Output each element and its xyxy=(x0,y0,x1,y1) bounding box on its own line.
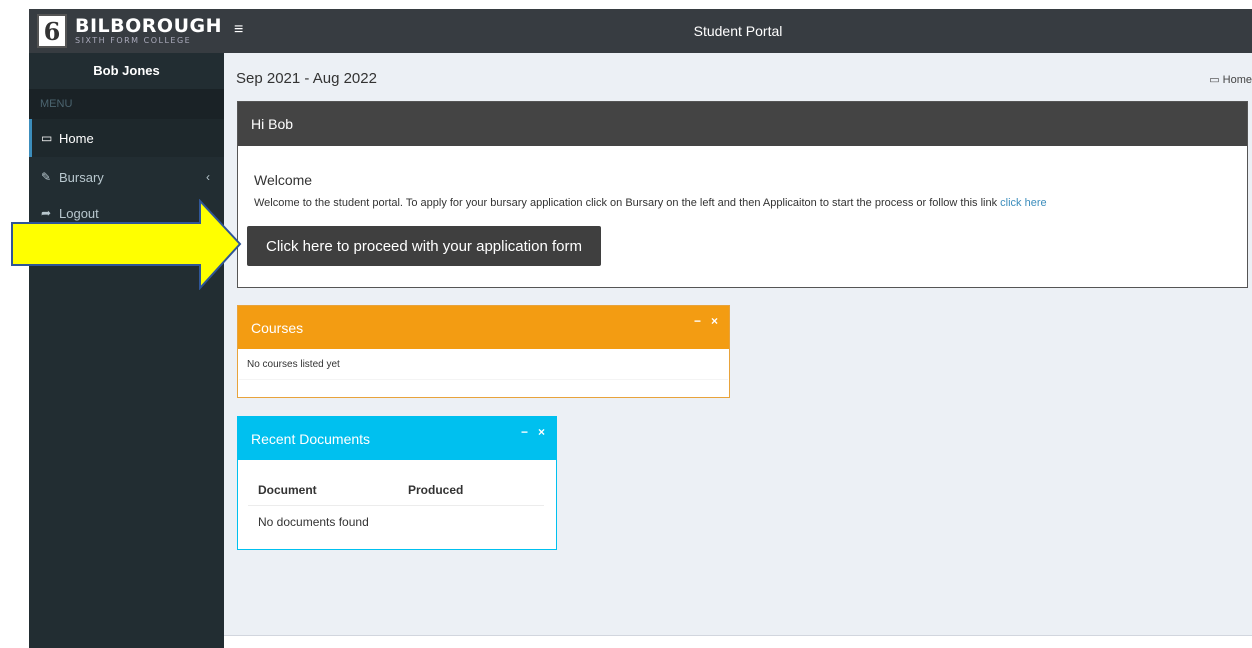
laptop-icon: ▭ xyxy=(1209,74,1220,86)
academic-period: Sep 2021 - Aug 2022 xyxy=(236,70,377,87)
table-header: Document Produced xyxy=(248,475,544,506)
menu-header: MENU xyxy=(29,89,224,119)
courses-box: Courses − × No courses listed yet xyxy=(237,305,730,398)
documents-box-title: Recent Documents xyxy=(251,431,371,447)
courses-empty-message: No courses listed yet xyxy=(247,359,340,370)
welcome-box: Hi Bob Welcome Welcome to the student po… xyxy=(237,101,1248,288)
user-name: Bob Jones xyxy=(93,63,160,78)
logo-subtitle: SIXTH FORM COLLEGE xyxy=(75,36,192,45)
collapse-icon[interactable]: − xyxy=(694,314,701,328)
sidebar-item-label: Home xyxy=(59,130,94,146)
edit-icon: ✎ xyxy=(41,170,52,184)
footer xyxy=(224,635,1252,648)
sidebar: 6 BILBOROUGH SIXTH FORM COLLEGE Bob Jone… xyxy=(29,9,224,648)
top-navbar: ≡ Student Portal xyxy=(224,9,1252,53)
logo-name: BILBOROUGH xyxy=(75,15,222,37)
logo-badge: 6 xyxy=(37,14,67,48)
close-icon[interactable]: × xyxy=(538,425,545,439)
courses-box-title: Courses xyxy=(251,320,304,336)
page: 6 BILBOROUGH SIXTH FORM COLLEGE Bob Jone… xyxy=(0,0,1252,648)
arrow-shape xyxy=(11,199,242,290)
collapse-icon[interactable]: − xyxy=(521,425,528,439)
column-produced: Produced xyxy=(408,483,464,497)
divider xyxy=(239,379,728,380)
laptop-icon: ▭ xyxy=(41,131,53,145)
college-logo[interactable]: 6 BILBOROUGH SIXTH FORM COLLEGE xyxy=(29,9,224,53)
welcome-heading: Welcome xyxy=(254,172,313,188)
sidebar-item-bursary[interactable]: ✎ Bursary ‹ xyxy=(29,158,224,196)
breadcrumb[interactable]: ▭ Home xyxy=(1209,73,1252,86)
main-content: Sep 2021 - Aug 2022 ▭ Home Hi Bob Welcom… xyxy=(224,53,1252,635)
chevron-left-icon: ‹ xyxy=(206,170,210,184)
sidebar-item-home[interactable]: ▭ Home xyxy=(29,119,224,157)
breadcrumb-home: Home xyxy=(1222,74,1252,86)
column-document: Document xyxy=(258,483,317,497)
close-icon[interactable]: × xyxy=(711,314,718,328)
documents-table: Document Produced No documents found xyxy=(248,475,544,538)
proceed-application-button[interactable]: Click here to proceed with your applicat… xyxy=(247,226,601,266)
documents-box: Recent Documents − × Document Produced N… xyxy=(237,416,557,550)
click-here-link[interactable]: click here xyxy=(1000,197,1046,209)
page-title: Student Portal xyxy=(693,23,783,39)
documents-empty-message: No documents found xyxy=(258,515,369,529)
yellow-arrow-annotation xyxy=(11,199,242,290)
sidebar-item-label: Bursary xyxy=(59,169,104,185)
welcome-box-title: Hi Bob xyxy=(238,102,1247,146)
welcome-text: Welcome to the student portal. To apply … xyxy=(254,197,1047,209)
